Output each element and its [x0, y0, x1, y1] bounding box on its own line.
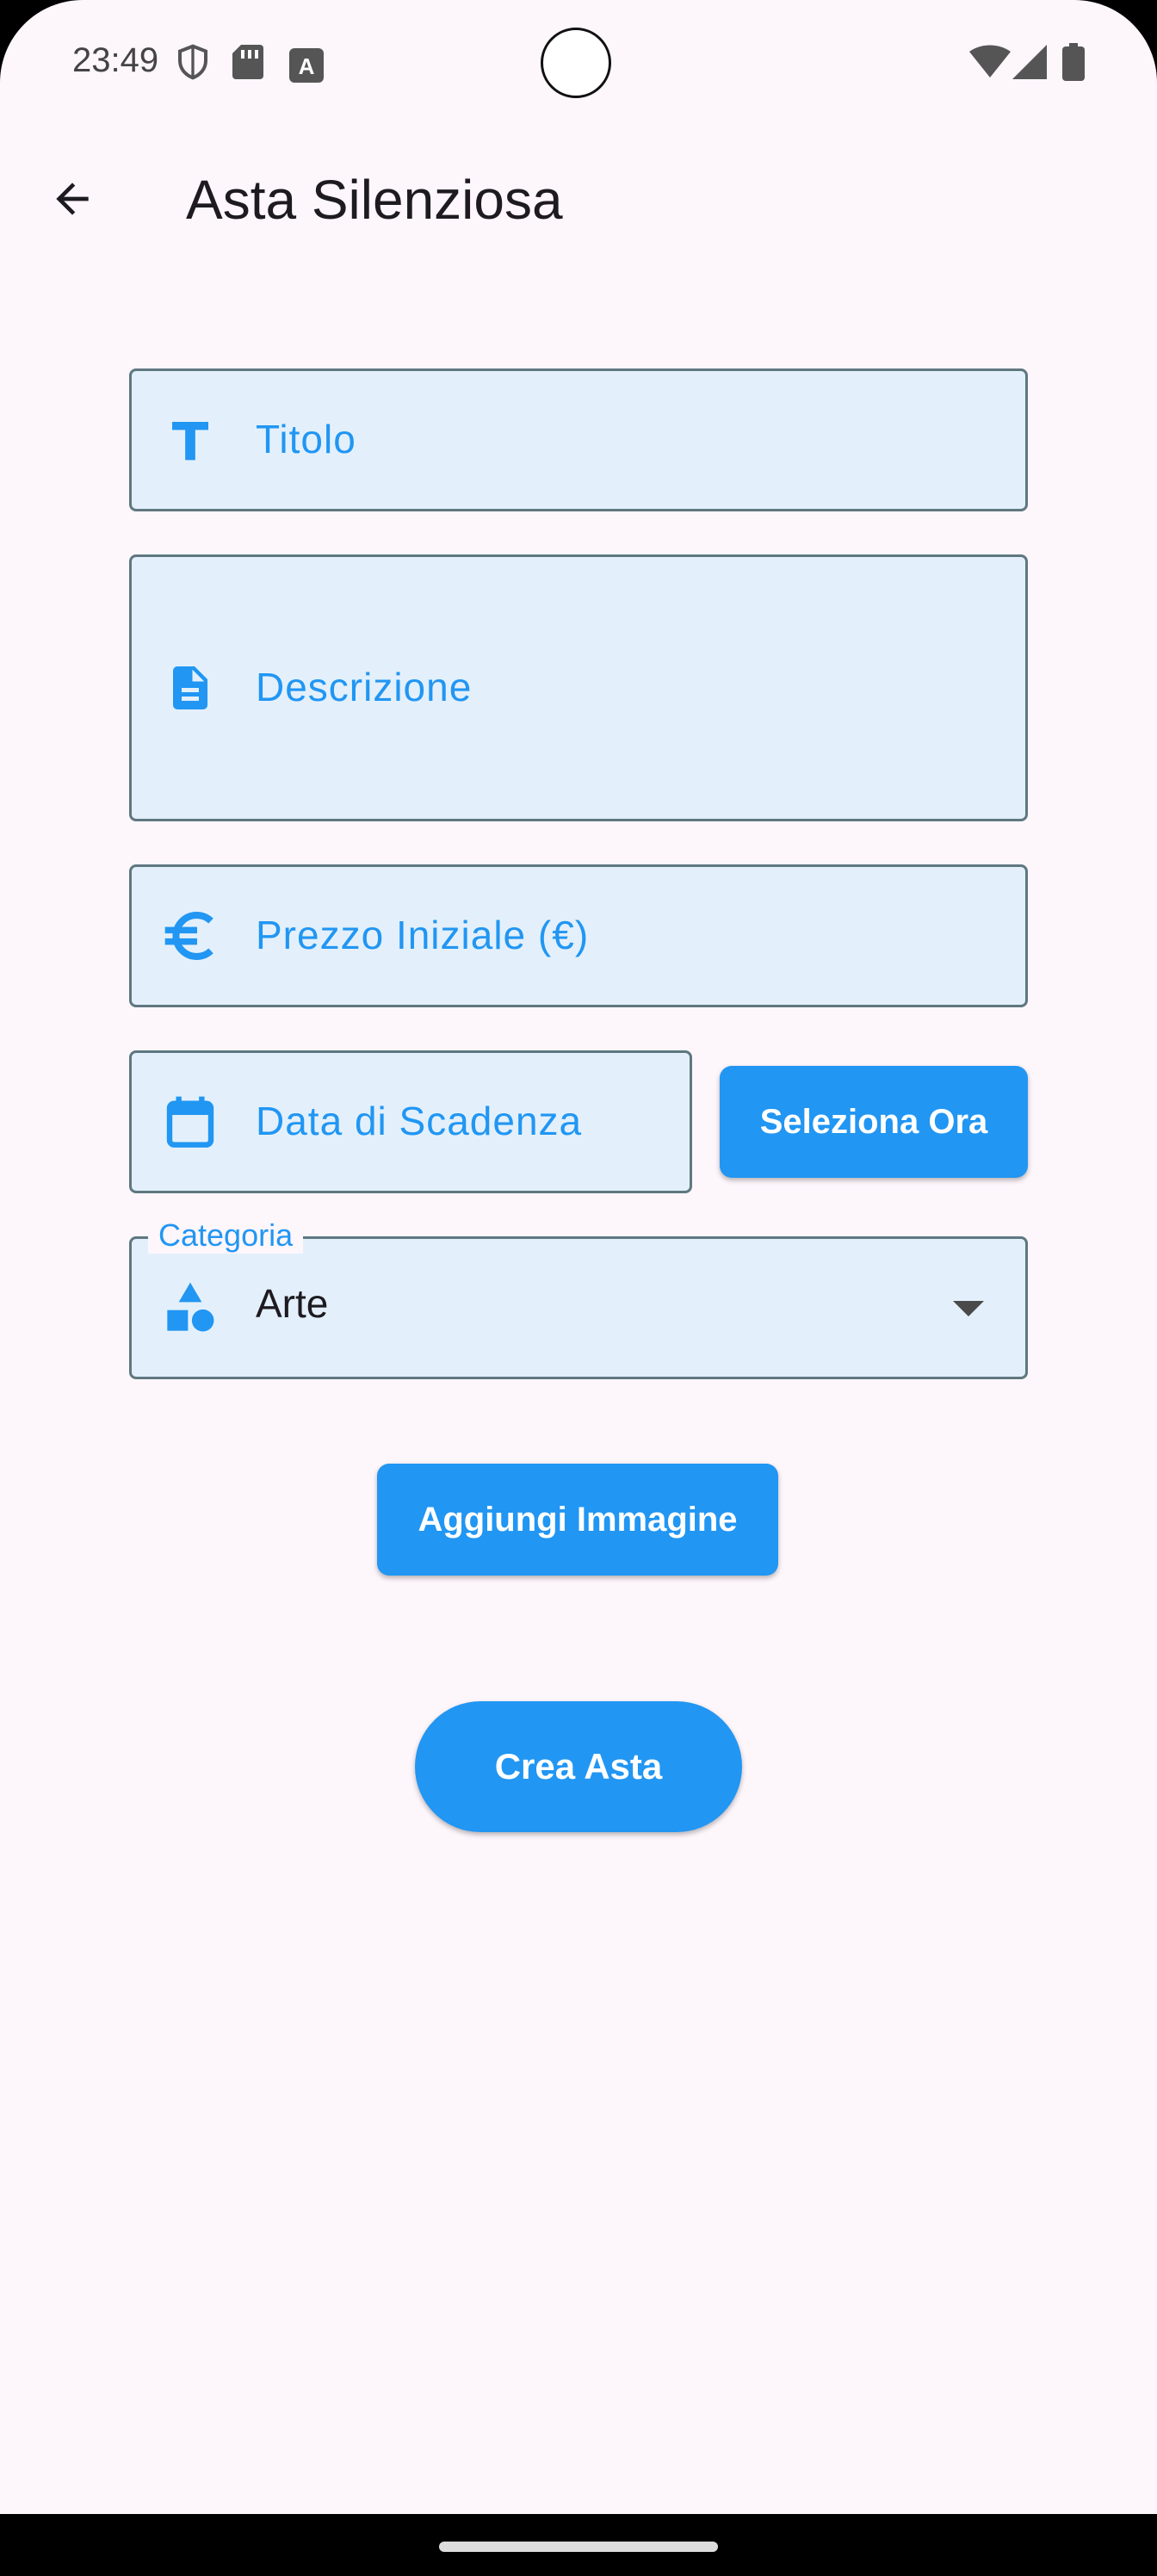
signal-icon — [1012, 45, 1047, 79]
price-field-label: Prezzo Iniziale (€) — [256, 913, 590, 957]
add-image-button[interactable]: Aggiungi Immagine — [377, 1464, 778, 1576]
chevron-down-icon — [953, 1301, 984, 1316]
sd-card-icon — [232, 45, 263, 79]
category-shapes-icon — [163, 1280, 218, 1335]
home-gesture-handle[interactable] — [439, 2542, 718, 2552]
create-auction-button[interactable]: Crea Asta — [415, 1701, 742, 1832]
price-field[interactable]: Prezzo Iniziale (€) — [129, 864, 1028, 1007]
back-button[interactable] — [41, 168, 103, 230]
category-value: Arte — [256, 1281, 329, 1326]
expiry-date-field[interactable]: Data di Scadenza — [129, 1050, 692, 1193]
category-select[interactable]: Arte — [129, 1236, 1028, 1379]
status-time: 23:49 — [72, 41, 159, 79]
battery-icon — [1062, 43, 1085, 81]
description-field-label: Descrizione — [256, 665, 473, 709]
title-icon — [163, 412, 218, 468]
app-bar: Asta Silenziosa — [0, 151, 1157, 254]
description-field[interactable]: Descrizione — [129, 554, 1028, 821]
document-icon — [163, 660, 218, 715]
title-field-label: Titolo — [256, 417, 356, 461]
title-field[interactable]: Titolo — [129, 368, 1028, 511]
page-title: Asta Silenziosa — [186, 169, 563, 231]
select-time-button[interactable]: Seleziona Ora — [720, 1066, 1028, 1178]
status-bar: 23:49 A — [0, 0, 1157, 129]
category-label: Categoria — [148, 1217, 304, 1254]
wifi-icon — [969, 45, 1011, 77]
shield-icon — [178, 44, 207, 80]
svg-text:A: A — [299, 53, 315, 79]
arrow-back-icon — [56, 183, 89, 215]
front-camera — [541, 28, 611, 98]
calendar-icon — [163, 1094, 218, 1149]
app-screen: 23:49 A Asta Silenziosa Titolo Descrizio… — [0, 0, 1157, 2576]
keyboard-a-icon: A — [289, 48, 324, 83]
euro-icon — [163, 908, 218, 963]
expiry-date-field-label: Data di Scadenza — [256, 1099, 583, 1143]
navigation-bar — [0, 2514, 1157, 2576]
